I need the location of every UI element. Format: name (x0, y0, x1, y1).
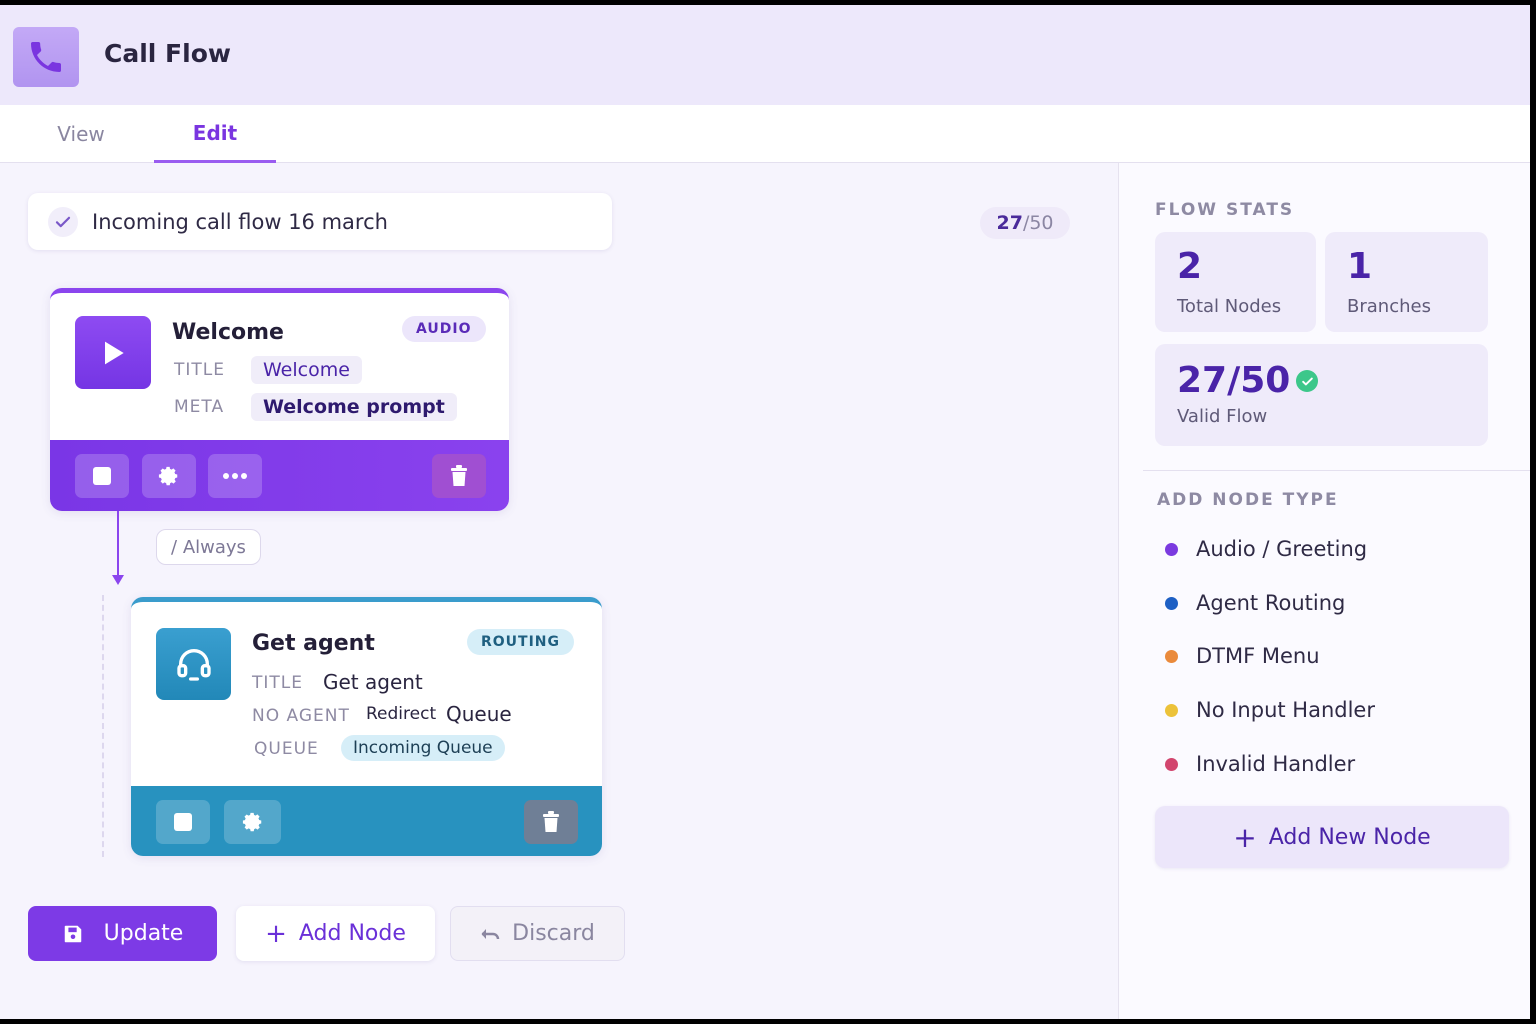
stat-value: 2 (1177, 246, 1203, 287)
field-label-title: TITLE (174, 360, 225, 380)
counter-total: /50 (1022, 212, 1054, 234)
settings-button[interactable] (224, 800, 281, 844)
field-value-queue[interactable]: Incoming Queue (341, 735, 505, 761)
edge-arrow-icon (112, 575, 124, 585)
node-type-label: DTMF Menu (1196, 644, 1320, 668)
flow-name-field[interactable]: Incoming call flow 16 march (28, 193, 612, 250)
stat-branches: 1 Branches (1325, 232, 1488, 332)
stop-button[interactable] (156, 800, 210, 844)
phone-icon (13, 27, 79, 87)
stat-label: Valid Flow (1177, 406, 1268, 427)
field-label-queue: QUEUE (254, 739, 319, 759)
field-label-no-agent: NO AGENT (252, 706, 350, 726)
app-title: Call Flow (104, 39, 231, 68)
tab-bar: View Edit (0, 105, 1530, 163)
stop-button[interactable] (75, 454, 129, 498)
plus-icon: + (1233, 820, 1257, 854)
discard-label: Discard (512, 921, 595, 946)
node-type-label: Audio / Greeting (1196, 537, 1368, 561)
edge-label[interactable]: / Always (156, 529, 261, 565)
field-label-meta: META (174, 397, 225, 417)
right-sidebar: FLOW STATS 2 Total Nodes 1 Branches 27/5… (1118, 163, 1530, 1019)
field-value-no-agent-prefix: Redirect (366, 704, 437, 724)
add-new-node-label: Add New Node (1268, 824, 1431, 850)
edge-line (117, 511, 119, 581)
node-toolbar (50, 440, 509, 511)
discard-button[interactable]: Discard (450, 906, 625, 961)
field-value-meta[interactable]: Welcome prompt (251, 393, 457, 421)
add-node-button[interactable]: + Add Node (236, 906, 435, 961)
sidebar-divider (1143, 470, 1530, 471)
gear-icon (158, 466, 178, 486)
app-window: Call Flow View Edit Incoming call flow 1… (0, 5, 1530, 1019)
flow-stats-title: FLOW STATS (1155, 200, 1295, 220)
node-type-audio-greeting[interactable]: Audio / Greeting (1165, 534, 1367, 564)
update-label: Update (103, 921, 184, 946)
node-type-badge: ROUTING (467, 629, 575, 655)
dashed-guide (102, 595, 104, 857)
dot-icon (1165, 542, 1178, 556)
dot-icon (1165, 649, 1178, 663)
stop-icon (93, 467, 111, 485)
field-value-title[interactable]: Welcome (251, 356, 362, 384)
update-button[interactable]: Update (28, 906, 217, 961)
check-icon (48, 206, 78, 237)
valid-check-icon (1296, 370, 1318, 392)
add-node-type-title: ADD NODE TYPE (1157, 490, 1339, 510)
counter-used: 27 (996, 212, 1023, 234)
node-type-badge: AUDIO (402, 316, 486, 342)
stop-icon (174, 813, 192, 831)
node-title: Welcome (172, 320, 284, 345)
node-toolbar (131, 786, 602, 856)
field-value-no-agent[interactable]: Queue (446, 702, 512, 726)
node-type-invalid-handler[interactable]: Invalid Handler (1165, 749, 1355, 779)
add-new-node-button[interactable]: + Add New Node (1155, 806, 1509, 868)
stat-label: Total Nodes (1177, 296, 1282, 317)
stat-value: 27/50 (1177, 360, 1291, 401)
tab-view[interactable]: View (24, 105, 138, 163)
field-value-title[interactable]: Get agent (323, 670, 423, 694)
node-type-no-input-handler[interactable]: No Input Handler (1165, 695, 1375, 725)
node-title: Get agent (252, 631, 375, 656)
node-type-dtmf-menu[interactable]: DTMF Menu (1165, 641, 1320, 671)
tab-edit[interactable]: Edit (154, 105, 276, 163)
flow-name: Incoming call flow 16 march (92, 209, 388, 234)
stat-total-nodes: 2 Total Nodes (1155, 232, 1316, 332)
save-icon (64, 925, 81, 942)
node-card-get-agent[interactable]: Get agent ROUTING TITLE Get agent NO AGE… (131, 597, 602, 856)
node-type-label: Agent Routing (1196, 591, 1346, 615)
node-type-label: Invalid Handler (1196, 752, 1356, 776)
node-type-agent-routing[interactable]: Agent Routing (1165, 588, 1345, 618)
more-icon (223, 473, 247, 479)
trash-icon (543, 811, 559, 832)
node-card-welcome[interactable]: Welcome AUDIO TITLE Welcome META Welcome… (50, 288, 509, 511)
dot-icon (1165, 703, 1178, 717)
plus-icon: + (265, 918, 287, 949)
stat-label: Branches (1347, 296, 1431, 317)
headset-icon (156, 628, 231, 700)
play-icon (75, 316, 151, 389)
dot-icon (1165, 757, 1178, 771)
delete-button[interactable] (432, 454, 486, 498)
stat-valid-flow: 27/50 Valid Flow (1155, 344, 1488, 446)
flow-canvas: Incoming call flow 16 march 27/50 Welcom… (0, 163, 1118, 1019)
delete-button[interactable] (524, 800, 578, 844)
dot-icon (1165, 596, 1178, 610)
settings-button[interactable] (142, 454, 196, 498)
app-header: Call Flow (0, 5, 1530, 105)
stat-value: 1 (1347, 246, 1373, 287)
undo-icon (481, 928, 500, 939)
trash-icon (451, 465, 467, 486)
more-button[interactable] (208, 454, 262, 498)
field-label-title: TITLE (252, 673, 303, 693)
gear-icon (242, 812, 261, 832)
add-node-label: Add Node (298, 921, 406, 946)
node-counter-badge: 27/50 (980, 207, 1070, 239)
node-type-label: No Input Handler (1196, 698, 1375, 722)
